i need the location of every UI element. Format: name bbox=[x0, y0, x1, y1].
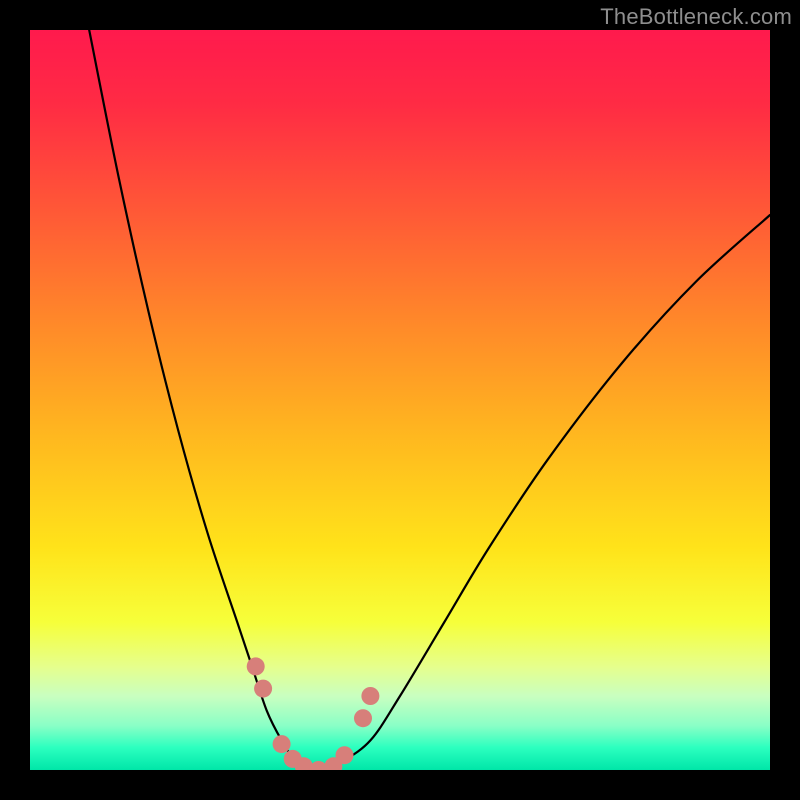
curve-marker bbox=[354, 709, 372, 727]
curve-marker bbox=[254, 680, 272, 698]
bottleneck-curve bbox=[89, 30, 770, 770]
watermark-text: TheBottleneck.com bbox=[600, 4, 792, 30]
chart-svg bbox=[30, 30, 770, 770]
plot-area bbox=[30, 30, 770, 770]
curve-marker bbox=[361, 687, 379, 705]
curve-marker bbox=[273, 735, 291, 753]
curve-marker bbox=[336, 746, 354, 764]
outer-frame: TheBottleneck.com bbox=[0, 0, 800, 800]
curve-markers bbox=[247, 657, 380, 770]
curve-marker bbox=[247, 657, 265, 675]
